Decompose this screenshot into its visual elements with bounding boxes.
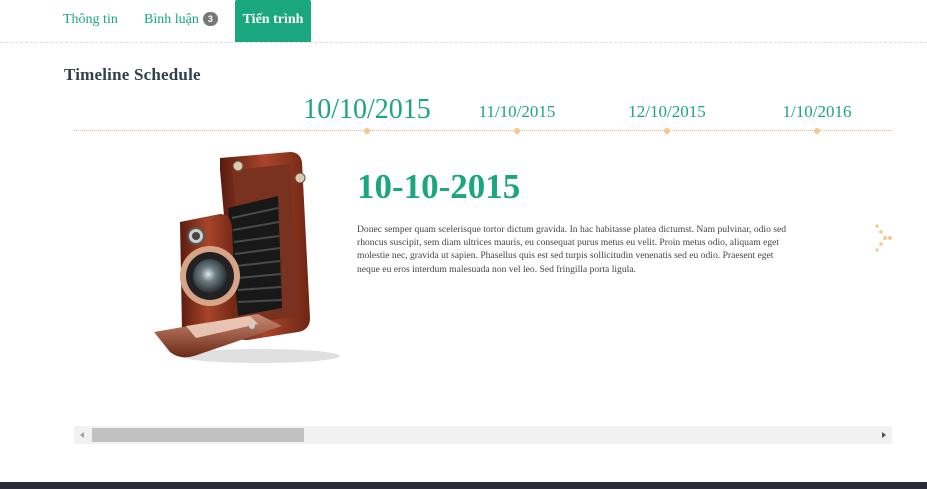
scrollbar-thumb[interactable]: [92, 428, 304, 442]
tab-comments[interactable]: Bình luận 3: [144, 0, 218, 42]
tab-info[interactable]: Thông tin: [63, 0, 118, 42]
event-description: Donec semper quam scelerisque tortor dic…: [357, 224, 787, 275]
timeline-dot: [664, 128, 670, 134]
tab-info-label: Thông tin: [63, 12, 118, 27]
tab-comments-label: Bình luận: [144, 12, 199, 27]
timeline-date-4[interactable]: 1/10/2016: [783, 102, 852, 122]
comment-count-badge: 3: [202, 12, 218, 26]
timeline-date-3[interactable]: 12/10/2015: [628, 102, 705, 122]
section-title: Timeline Schedule: [64, 65, 201, 84]
event-title: 10-10-2015: [357, 167, 521, 206]
timeline-date-1[interactable]: 10/10/2015: [303, 94, 431, 126]
scroll-right-arrow-icon[interactable]: [875, 426, 892, 444]
timeline-date-2[interactable]: 11/10/2015: [479, 102, 556, 122]
timeline-dot: [514, 128, 520, 134]
scroll-left-arrow-icon[interactable]: [74, 426, 91, 444]
timeline-line: [74, 130, 891, 131]
tab-progress[interactable]: Tiến trình: [235, 0, 311, 42]
horizontal-scrollbar[interactable]: [74, 426, 892, 444]
tab-bar: Thông tin Bình luận 3 Tiến trình: [0, 0, 927, 43]
tab-progress-label: Tiến trình: [242, 12, 304, 27]
timeline-dot: [364, 128, 370, 134]
footer-bar: [0, 482, 927, 489]
vintage-camera-icon: [154, 152, 340, 363]
timeline-dot: [814, 128, 820, 134]
next-arrow-icon[interactable]: [870, 222, 896, 256]
